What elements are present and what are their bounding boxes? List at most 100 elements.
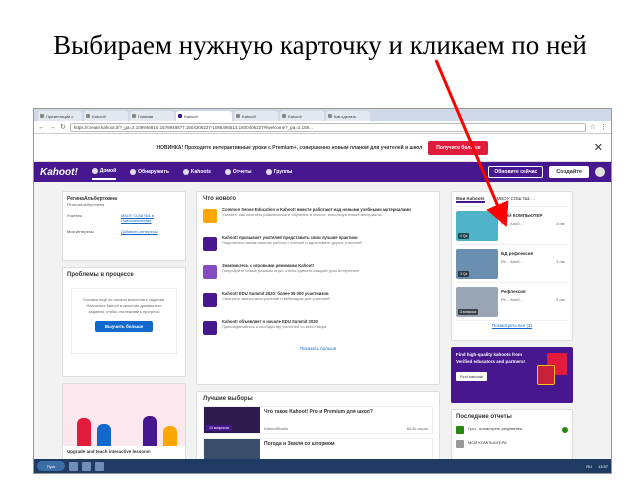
kahoot-card-reflection[interactable]: 3 вопроса Рефлексия Ре... Альб... 3 гвс xyxy=(456,287,568,321)
browser-tab[interactable]: Презентации с xyxy=(38,111,82,121)
nav-groups[interactable]: Группы xyxy=(265,169,292,175)
profile-school-row: Учитель МБОУ СОШ №1 в Новоалексеевке xyxy=(67,213,181,223)
powerpoint-icon[interactable] xyxy=(95,461,104,471)
people-icon xyxy=(265,169,272,175)
news-thumbnail xyxy=(203,265,217,279)
banner-button[interactable]: Получите больше xyxy=(428,140,489,155)
find-kahoots-button[interactable]: Find kahoots xyxy=(456,372,487,381)
report-icon xyxy=(456,440,464,448)
progress-body: Ученики ещё не начали выполнять задания.… xyxy=(82,297,166,314)
progress-box: Ученики ещё не начали выполнять задания.… xyxy=(71,288,177,354)
best-item-title: Погода и Земля со штормом xyxy=(264,441,335,447)
kahoot-thumbnail: 4 Qs xyxy=(456,211,498,241)
ad-text: Find high-quality kahoots from Verified … xyxy=(456,352,526,364)
create-button[interactable]: Создайте xyxy=(549,166,589,178)
browser-tab[interactable]: Kahoot! xyxy=(280,111,324,121)
browser-tab[interactable]: Как сделать xyxy=(326,111,370,121)
profile-interests-row: Мои интересы Добавить интересы xyxy=(67,229,181,234)
report-icon xyxy=(456,426,464,434)
language-indicator[interactable]: RU xyxy=(586,464,592,469)
my-kahoots-card: Мои Kahoots МБОУ СОШ №1 ... 4 Qs МОЙ КОМ… xyxy=(451,191,573,341)
browser-tab[interactable]: Kahoot! xyxy=(84,111,128,121)
kahoot-nav: Kahoot! Домой Обнаружить Kahoots Отчеты … xyxy=(34,162,611,182)
start-button[interactable]: Пуск xyxy=(37,461,65,471)
profile-card: РегинаАльбертовна РегинаАльбертовна Учит… xyxy=(62,191,186,261)
report-item[interactable]: Гугл - посмотреть результаты xyxy=(456,426,568,434)
news-item[interactable]: Знакомьтесь с игровыми режимами Kahoot! П… xyxy=(203,263,433,286)
promo-text: Upgrade and teach interactive lessons! xyxy=(67,449,151,454)
progress-card: Проблемы в процессе Ученики ещё не начал… xyxy=(62,267,186,377)
question-count-badge: 4 Qs xyxy=(458,233,470,239)
address-bar: ← → ↻ https://create.kahoot.it/?_ga=2.10… xyxy=(34,121,611,134)
tab-school[interactable]: МБОУ СОШ №1 ... xyxy=(497,196,536,203)
screenshot: Презентации с Kahoot! Главная Kahoot! Ka… xyxy=(33,108,612,474)
browser-tab[interactable]: Главная xyxy=(130,111,174,121)
question-count-badge: 3 Qs xyxy=(458,271,470,277)
news-thumbnail xyxy=(203,293,217,307)
nav-home[interactable]: Домой xyxy=(91,164,117,180)
forward-icon[interactable]: → xyxy=(49,124,56,131)
slide-title: Выбираем нужную карточку и кликаем по не… xyxy=(53,30,587,60)
promo-illustration xyxy=(63,384,185,446)
check-icon xyxy=(562,427,568,433)
nav-kahoots[interactable]: Kahoots xyxy=(182,169,211,175)
best-title: Лучшие выборы xyxy=(203,396,253,402)
close-icon[interactable]: ✕ xyxy=(594,141,603,154)
news-thumbnail xyxy=(203,209,217,223)
see-all-link[interactable]: Посмотреть все (3) xyxy=(456,323,568,328)
back-icon[interactable]: ← xyxy=(38,124,45,131)
browser-tab-active[interactable]: Kahoot! xyxy=(176,111,232,121)
kahoot-thumbnail: 3 Qs xyxy=(456,249,498,279)
avatar[interactable] xyxy=(595,167,605,177)
taskbar: Пуск RU 13:57 xyxy=(34,459,611,473)
tab-my-kahoots[interactable]: Мои Kahoots xyxy=(456,196,485,203)
nav-discover[interactable]: Обнаружить xyxy=(130,169,169,175)
verified-ad-card: Find high-quality kahoots from Verified … xyxy=(451,347,573,403)
news-item[interactable]: Common Sense Education и Kahoot! вместе … xyxy=(203,207,433,230)
kahoot-title: Рефлексия xyxy=(501,289,526,294)
star-icon[interactable]: ☆ xyxy=(590,124,596,131)
report-item[interactable]: МОЙ КОМПЬЮТЕРА xyxy=(456,440,568,448)
reload-icon[interactable]: ↻ xyxy=(60,124,66,131)
clock: 13:57 xyxy=(597,463,608,469)
kahoot-card-db-reflection[interactable]: 3 Qs БД рефлексия Ре... Альб... 3 гвс xyxy=(456,249,568,283)
news-title: Что нового xyxy=(203,196,237,202)
menu-icon[interactable]: ⋮ xyxy=(600,124,607,131)
add-interests-link[interactable]: Добавить интересы xyxy=(121,229,181,234)
reports-title: Последние отчеты xyxy=(456,414,512,420)
best-item[interactable]: 10 вопросов Что такое Kahoot! Pro и Prem… xyxy=(203,406,433,434)
kahoot-thumbnail: 3 вопроса xyxy=(456,287,498,317)
grid-icon xyxy=(182,169,189,175)
upgrade-promo-card[interactable]: Upgrade and teach interactive lessons! xyxy=(62,383,186,469)
kahoot-title: БД рефлексия xyxy=(501,251,534,256)
news-item[interactable]: Kahoot! EDU Summit 2020: более 35 000 уч… xyxy=(203,291,433,314)
news-card: Что нового Common Sense Education и Kaho… xyxy=(196,191,440,385)
explorer-icon[interactable] xyxy=(69,461,78,471)
news-item[interactable]: Kahoot! призывает учителей представить с… xyxy=(203,235,433,258)
kahoot-card-my-computer[interactable]: 4 Qs МОЙ КОМПЬЮТЕР Ре... Альб... 3 гвс xyxy=(456,211,568,245)
school-link[interactable]: МБОУ СОШ №1 в Новоалексеевке xyxy=(121,213,181,223)
promo-banner: НОВИНКА! Проходите интерактивные уроки с… xyxy=(34,134,611,162)
verified-badge-icon xyxy=(537,365,555,385)
home-icon xyxy=(91,168,98,174)
question-count-badge: 10 вопросов xyxy=(206,425,233,431)
news-thumbnail xyxy=(203,321,217,335)
profile-username: РегинаАльбертовна xyxy=(67,202,105,207)
upgrade-link[interactable]: Обновите сейчас xyxy=(488,166,544,178)
show-more-link[interactable]: Показать больше xyxy=(203,346,433,351)
news-thumbnail xyxy=(203,237,217,251)
compass-icon xyxy=(130,169,137,175)
chart-icon xyxy=(224,169,231,175)
progress-title: Проблемы в процессе xyxy=(67,272,134,278)
kahoot-title: МОЙ КОМПЬЮТЕР xyxy=(501,213,543,218)
learn-more-button[interactable]: Выучить больше xyxy=(95,321,153,332)
browser-tab-bar: Презентации с Kahoot! Главная Kahoot! Ka… xyxy=(34,109,611,121)
nav-reports[interactable]: Отчеты xyxy=(224,169,252,175)
news-item[interactable]: Kahoot! объявляет о начале EDU Summit 20… xyxy=(203,319,433,342)
banner-text: НОВИНКА! Проходите интерактивные уроки с… xyxy=(156,144,423,151)
url-field[interactable]: https://create.kahoot.it/?_ga=2.10994681… xyxy=(69,122,586,132)
best-item-title: Что такое Kahoot! Pro и Premium для школ… xyxy=(264,409,373,415)
browser-tab[interactable]: Kahoot! xyxy=(234,111,278,121)
browser-icon[interactable] xyxy=(82,461,91,471)
kahoot-logo[interactable]: Kahoot! xyxy=(40,167,78,178)
